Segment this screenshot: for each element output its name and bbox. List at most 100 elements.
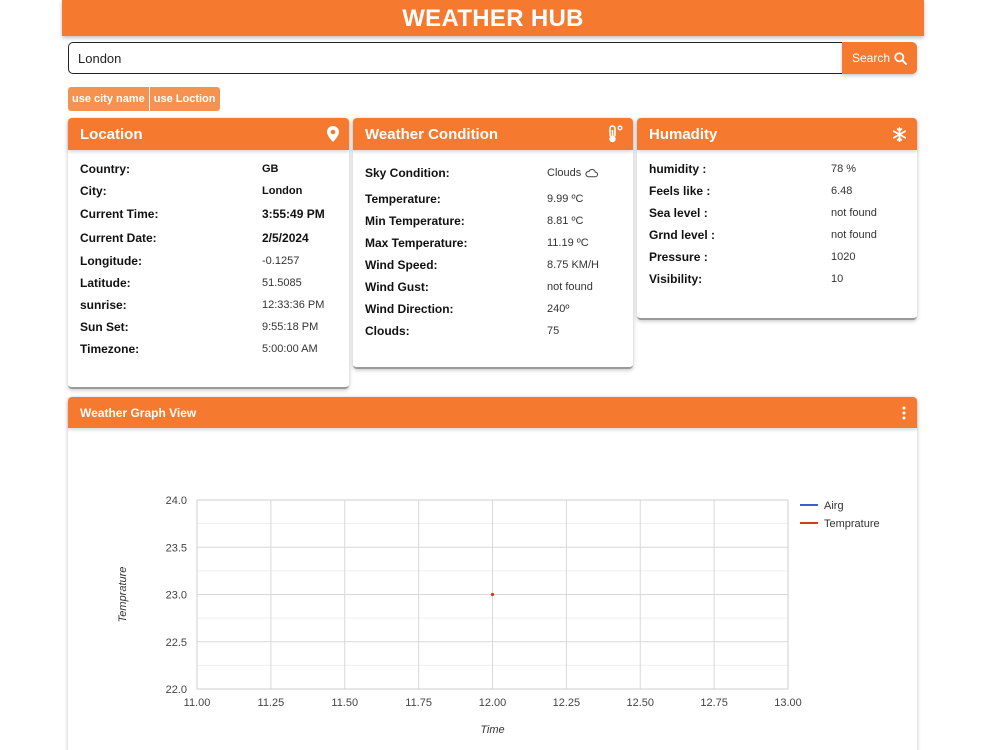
x-tick-label: 11.50 [331, 697, 358, 709]
location-card-body: Country: GB City: London Current Time: 3:55:4… [68, 150, 349, 360]
weather-row: Wind Gust: not found [365, 276, 621, 298]
weather-row-label: Sky Condition: [365, 166, 450, 180]
x-tick-label: 12.00 [479, 697, 507, 709]
humidity-row-value: 10 [831, 273, 844, 285]
app-header: WEATHER HUB [62, 0, 924, 36]
humidity-row-label: Pressure : [649, 250, 708, 264]
location-row: City: London [80, 180, 337, 202]
weather-row-label: Wind Gust: [365, 280, 429, 294]
x-tick-label: 12.50 [626, 697, 654, 709]
location-row-value: 12:33:36 PM [262, 299, 325, 311]
weather-row-label: Min Temperature: [365, 214, 465, 228]
humidity-row-value: 1020 [831, 251, 856, 263]
weather-card-header: Weather Condition [353, 118, 633, 150]
thermometer-icon [609, 125, 623, 143]
weather-row-value: 75 [547, 325, 560, 337]
search-mode-toggle: use city name use Loction [68, 87, 220, 111]
use-city-name-button[interactable]: use city name [68, 87, 149, 111]
search-icon [894, 51, 908, 65]
humidity-row: Visibility: 10 [649, 268, 905, 290]
graph-card-header: Weather Graph View [68, 397, 917, 428]
location-row-label: sunrise: [80, 298, 127, 312]
humidity-row-value: 6.48 [831, 185, 853, 197]
x-tick-label: 12.25 [553, 697, 581, 709]
location-row: Timezone: 5:00:00 AM [80, 338, 337, 360]
y-tick-label: 22.5 [166, 637, 187, 649]
map-pin-icon [327, 126, 339, 142]
y-tick-label: 24.0 [166, 495, 187, 507]
weather-row: Max Temperature: 11.19 ºC [365, 232, 621, 254]
location-row: Sun Set: 9:55:18 PM [80, 316, 337, 338]
humidity-row: Feels like : 6.48 [649, 180, 905, 202]
weather-row-value: Clouds [547, 167, 582, 179]
location-row-label: Current Time: [80, 207, 159, 221]
x-axis-label: Time [480, 724, 504, 736]
x-tick-label: 11.75 [405, 697, 432, 709]
humidity-row-label: Sea level : [649, 206, 708, 220]
weather-card-title: Weather Condition [365, 125, 499, 143]
humidity-row-label: Visibility: [649, 272, 703, 286]
humidity-card-body: humidity : 78 % Feels like : 6.48 Sea level … [637, 150, 917, 290]
y-tick-label: 22.0 [166, 684, 187, 696]
location-row-value: -0.1257 [262, 255, 300, 267]
cloud-icon [585, 169, 599, 178]
weather-row-label: Max Temperature: [365, 236, 468, 250]
x-tick-label: 11.00 [184, 697, 211, 709]
more-vertical-icon[interactable] [901, 406, 907, 420]
weather-line-chart: 11.00 11.25 11.50 11.75 12.00 12.25 12.50 12.75… [117, 495, 880, 736]
graph-card-title: Weather Graph View [80, 405, 197, 420]
weather-row-value: 11.19 ºC [547, 237, 589, 249]
humidity-card: Humadity humidity : 78 % Feels like : 6.48 S… [637, 118, 917, 320]
humidity-row-value: 78 % [831, 163, 857, 175]
weather-row-value: 8.81 ºC [547, 215, 584, 227]
search-input[interactable] [68, 42, 842, 74]
search-button[interactable]: Search [842, 42, 917, 74]
x-tick-label: 13.00 [774, 697, 802, 709]
location-card-header: Location [68, 118, 349, 150]
location-row-value: 9:55:18 PM [262, 321, 319, 333]
location-row-label: Timezone: [80, 342, 140, 356]
humidity-row-value: not found [831, 207, 877, 219]
weather-row: Clouds: 75 [365, 320, 621, 342]
location-row-label: City: [80, 184, 107, 198]
weather-row: Temperature: 9.99 ºC [365, 188, 621, 210]
x-tick-label: 11.25 [258, 697, 285, 709]
weather-row: Sky Condition: Clouds [365, 158, 621, 188]
location-row: Current Date: 2/5/2024 [80, 226, 337, 250]
location-row: Country: GB [80, 158, 337, 180]
humidity-row-value: not found [831, 229, 877, 241]
weather-row-label: Wind Speed: [365, 258, 438, 272]
y-axis-label: Temprature [117, 567, 129, 623]
y-tick-label: 23.5 [166, 542, 187, 554]
location-row-value: 2/5/2024 [262, 231, 309, 245]
weather-row-label: Temperature: [365, 192, 441, 206]
weather-row: Min Temperature: 8.81 ºC [365, 210, 621, 232]
snowflake-icon [892, 126, 907, 142]
use-location-button[interactable]: use Loction [148, 87, 220, 111]
humidity-card-title: Humadity [649, 125, 718, 143]
location-row-value: 51.5085 [262, 277, 302, 289]
humidity-card-header: Humadity [637, 118, 917, 150]
humidity-row: Grnd level : not found [649, 224, 905, 246]
legend-label-airg: Airg [824, 500, 844, 512]
weather-row: Wind Speed: 8.75 KM/H [365, 254, 621, 276]
humidity-row: humidity : 78 % [649, 158, 905, 180]
humidity-row-label: humidity : [649, 162, 707, 176]
weather-graph-card: Weather Graph View 11.00 11.25 11.50 11.75 1… [68, 397, 917, 750]
location-card: Location Country: GB City: London Current Ti… [68, 118, 349, 389]
location-row-label: Latitude: [80, 276, 131, 290]
weather-row-value: not found [547, 281, 593, 293]
location-row-value: London [262, 185, 303, 197]
weather-condition-card: Weather Condition Sky Condition: Clouds Te… [353, 118, 633, 369]
x-tick-label: 12.75 [700, 697, 728, 709]
y-tick-label: 23.0 [166, 590, 187, 602]
location-row-label: Sun Set: [80, 320, 129, 334]
location-row-label: Country: [80, 162, 130, 176]
location-row-value: GB [262, 163, 279, 175]
weather-row-value: 240º [547, 303, 570, 315]
weather-row: Wind Direction: 240º [365, 298, 621, 320]
weather-row-label: Wind Direction: [365, 302, 454, 316]
search-bar: Search [68, 42, 917, 74]
location-row: Latitude: 51.5085 [80, 272, 337, 294]
location-row: Longitude: -0.1257 [80, 250, 337, 272]
